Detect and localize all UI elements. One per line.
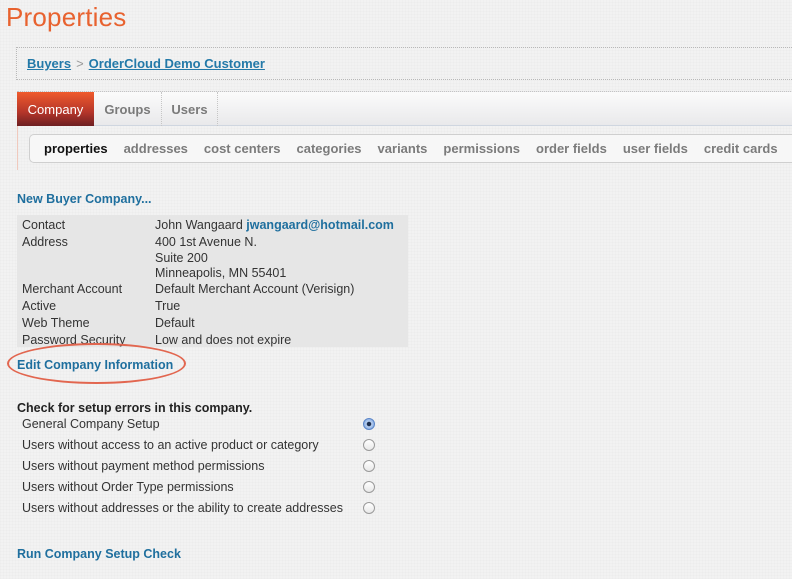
setup-option-product-access[interactable]: Users without access to an active produc… bbox=[22, 436, 382, 456]
subnav-categories[interactable]: categories bbox=[297, 141, 362, 156]
address-value: 400 1st Avenue N. Suite 200 Minneapolis,… bbox=[155, 235, 286, 282]
subnav-user-fields[interactable]: user fields bbox=[623, 141, 688, 156]
subnav-area: properties addresses cost centers catego… bbox=[17, 126, 792, 170]
contact-name: John Wangaard bbox=[155, 218, 243, 232]
contact-label: Contact bbox=[22, 218, 66, 232]
merchant-label: Merchant Account bbox=[22, 282, 123, 296]
run-company-setup-check-link[interactable]: Run Company Setup Check bbox=[17, 547, 181, 561]
breadcrumb: Buyers > OrderCloud Demo Customer bbox=[16, 47, 792, 80]
active-value: True bbox=[155, 299, 181, 313]
setup-option-label: Users without access to an active produc… bbox=[22, 438, 319, 452]
setup-option-label: Users without Order Type permissions bbox=[22, 480, 234, 494]
theme-value: Default bbox=[155, 316, 195, 330]
breadcrumb-customer-link[interactable]: OrderCloud Demo Customer bbox=[89, 56, 265, 71]
theme-label: Web Theme bbox=[22, 316, 90, 330]
breadcrumb-buyers-link[interactable]: Buyers bbox=[27, 56, 71, 71]
setup-option-label: Users without addresses or the ability t… bbox=[22, 501, 343, 515]
tab-bar: Company Groups Users bbox=[17, 91, 792, 126]
setup-option-general[interactable]: General Company Setup bbox=[22, 415, 382, 435]
address-line1: 400 1st Avenue N. bbox=[155, 235, 257, 249]
subnav-credit-cards[interactable]: credit cards bbox=[704, 141, 778, 156]
tab-company[interactable]: Company bbox=[17, 92, 94, 126]
merchant-value: Default Merchant Account (Verisign) bbox=[155, 282, 355, 296]
tab-panel: Company Groups Users properties addresse… bbox=[17, 91, 792, 170]
breadcrumb-separator: > bbox=[76, 56, 84, 71]
tab-groups[interactable]: Groups bbox=[94, 92, 162, 126]
address-line3: Minneapolis, MN 55401 bbox=[155, 266, 287, 280]
company-info-table: Contact John Wangaard jwangaard@hotmail.… bbox=[17, 215, 408, 347]
setup-option-payment-permissions[interactable]: Users without payment method permissions bbox=[22, 457, 382, 477]
setup-option-label: Users without payment method permissions bbox=[22, 459, 265, 473]
radio-button-selected[interactable] bbox=[363, 418, 375, 430]
new-buyer-company-link[interactable]: New Buyer Company... bbox=[17, 192, 152, 206]
setup-check-title: Check for setup errors in this company. bbox=[17, 401, 253, 415]
edit-company-information-link[interactable]: Edit Company Information bbox=[17, 358, 173, 372]
setup-option-addresses[interactable]: Users without addresses or the ability t… bbox=[22, 499, 382, 519]
subnav-properties[interactable]: properties bbox=[44, 141, 108, 156]
password-label: Password Security bbox=[22, 333, 126, 347]
radio-button[interactable] bbox=[363, 481, 375, 493]
radio-button[interactable] bbox=[363, 460, 375, 472]
contact-email-link[interactable]: jwangaard@hotmail.com bbox=[246, 218, 394, 232]
password-value: Low and does not expire bbox=[155, 333, 292, 347]
subnav-cost-centers[interactable]: cost centers bbox=[204, 141, 281, 156]
page-title: Properties bbox=[6, 2, 127, 32]
radio-button[interactable] bbox=[363, 439, 375, 451]
tab-users[interactable]: Users bbox=[162, 92, 218, 126]
subnav-order-fields[interactable]: order fields bbox=[536, 141, 607, 156]
subnav: properties addresses cost centers catego… bbox=[29, 134, 792, 163]
address-line2: Suite 200 bbox=[155, 250, 208, 265]
address-label: Address bbox=[22, 235, 68, 249]
radio-button[interactable] bbox=[363, 502, 375, 514]
active-label: Active bbox=[22, 299, 57, 313]
contact-value: John Wangaard jwangaard@hotmail.com bbox=[155, 218, 394, 233]
setup-option-order-type-permissions[interactable]: Users without Order Type permissions bbox=[22, 478, 382, 498]
subnav-addresses[interactable]: addresses bbox=[124, 141, 188, 156]
setup-option-label: General Company Setup bbox=[22, 417, 160, 431]
subnav-variants[interactable]: variants bbox=[378, 141, 428, 156]
subnav-permissions[interactable]: permissions bbox=[443, 141, 520, 156]
